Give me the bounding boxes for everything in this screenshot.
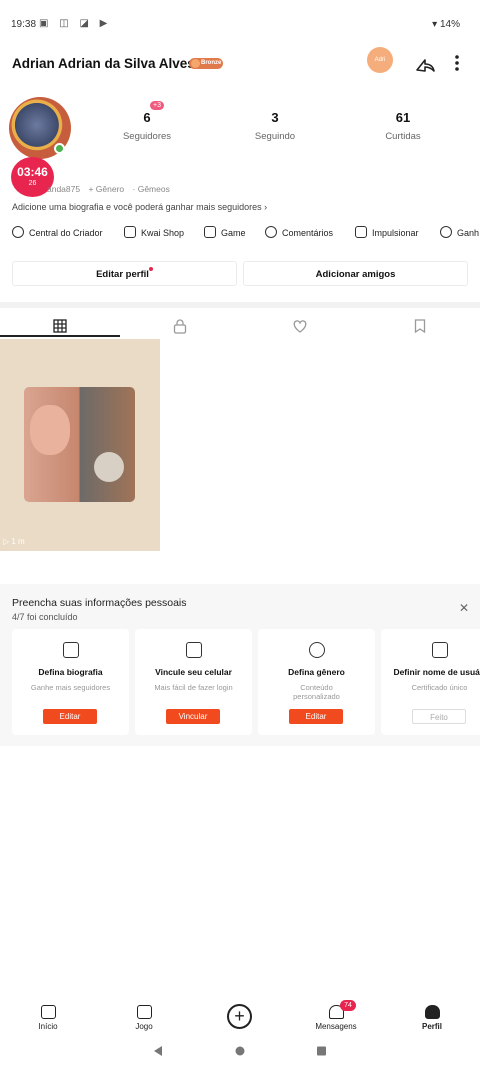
video-duration: ▷ 1 m bbox=[3, 537, 25, 546]
bookmark-icon bbox=[414, 319, 426, 333]
gender-tag[interactable]: + Gênero bbox=[88, 184, 124, 194]
system-nav-bar bbox=[154, 1046, 326, 1056]
nav-messages[interactable]: Mensagens bbox=[306, 995, 366, 1031]
person-icon bbox=[424, 1005, 440, 1019]
video-preview bbox=[24, 387, 135, 502]
edit-gender-button[interactable]: Editar bbox=[289, 709, 343, 724]
followers-delta: +3 bbox=[150, 101, 164, 110]
card-phone[interactable]: Vincule seu celular Mais fácil de fazer … bbox=[135, 629, 252, 735]
active-tab-indicator bbox=[0, 335, 120, 337]
wifi-icon: ▾ bbox=[432, 19, 438, 30]
card-gender[interactable]: Defina gênero Conteúdo personalizado Edi… bbox=[258, 629, 375, 735]
level-badge[interactable]: Bronze bbox=[189, 58, 223, 69]
home-icon bbox=[40, 1005, 56, 1019]
home-system-icon bbox=[235, 1046, 245, 1056]
card-bio[interactable]: Defina biografia Ganhe mais seguidores E… bbox=[12, 629, 129, 735]
creator-center-shortcut[interactable]: Central do Criador bbox=[12, 226, 103, 240]
grid-icon bbox=[53, 319, 67, 333]
header-avatar[interactable]: Adri bbox=[367, 47, 393, 73]
back-icon bbox=[154, 1046, 162, 1056]
panel-progress: 4/7 foi concluído bbox=[12, 612, 78, 622]
share-icon[interactable] bbox=[414, 52, 436, 74]
username-done-button: Feito bbox=[412, 709, 466, 724]
gamepad-icon bbox=[204, 226, 216, 238]
nav-home[interactable]: Início bbox=[18, 995, 78, 1031]
link-phone-button[interactable]: Vincular bbox=[166, 709, 220, 724]
recents-icon bbox=[317, 1046, 326, 1056]
comments-shortcut[interactable]: Comentários bbox=[265, 226, 333, 240]
document-icon bbox=[62, 642, 79, 658]
user-id[interactable]: anda875 bbox=[47, 184, 80, 194]
video-thumbnail[interactable] bbox=[0, 339, 160, 551]
medal-icon bbox=[191, 59, 200, 68]
comment-icon bbox=[265, 226, 277, 238]
profile-name: Adrian Adrian da Silva Alves bbox=[12, 56, 195, 71]
status-time: 19:38 bbox=[11, 19, 37, 30]
megaphone-icon bbox=[355, 226, 367, 238]
compass-icon bbox=[12, 226, 24, 238]
id-card-icon bbox=[431, 642, 448, 658]
game-shortcut[interactable]: Game bbox=[204, 226, 246, 240]
likes-stat[interactable]: 61 Curtidas bbox=[358, 110, 448, 142]
earn-shortcut[interactable]: Ganh bbox=[440, 226, 479, 240]
add-friends-button[interactable]: Adicionar amigos bbox=[243, 261, 468, 286]
boost-shortcut[interactable]: Impulsionar bbox=[355, 226, 419, 240]
zodiac-tag: · Gêmeos bbox=[132, 184, 170, 194]
edit-profile-button[interactable]: Editar perfil bbox=[12, 261, 237, 286]
profile-meta: anda875 + Gênero · Gêmeos bbox=[13, 184, 176, 194]
followers-stat[interactable]: 6 Seguidores bbox=[102, 110, 192, 142]
tab-saved[interactable] bbox=[360, 314, 480, 338]
nav-profile[interactable]: Perfil bbox=[402, 995, 462, 1031]
lock-icon bbox=[173, 318, 187, 334]
create-post-button[interactable]: + bbox=[227, 1004, 252, 1029]
status-bar: 19:38 ▣ ◫ ◪ ▶ ▾ 14% bbox=[0, 0, 480, 50]
bio-prompt[interactable]: Adicione uma biografia e você poderá gan… bbox=[12, 202, 267, 212]
panel-title: Preencha suas informações pessoais bbox=[12, 597, 187, 609]
notification-icons: ▣ ◫ ◪ ▶ bbox=[39, 18, 112, 29]
status-right: ▾ 14% bbox=[432, 19, 460, 30]
more-options-icon[interactable] bbox=[447, 52, 467, 74]
battery-level: 14% bbox=[439, 19, 460, 30]
tab-liked[interactable] bbox=[240, 314, 360, 338]
following-stat[interactable]: 3 Seguindo bbox=[230, 110, 320, 142]
tab-private[interactable] bbox=[120, 314, 240, 338]
notification-dot bbox=[148, 267, 153, 271]
kwai-shop-shortcut[interactable]: Kwai Shop bbox=[124, 226, 184, 240]
close-icon[interactable]: ✕ bbox=[459, 601, 469, 615]
messages-badge: 74 bbox=[340, 1000, 356, 1011]
timer-value: 03:46 bbox=[17, 165, 48, 179]
shopping-bag-icon bbox=[124, 226, 136, 238]
gender-icon bbox=[308, 642, 325, 658]
edit-bio-button[interactable]: Editar bbox=[43, 709, 97, 724]
heart-icon bbox=[293, 320, 307, 333]
nav-game[interactable]: Jogo bbox=[114, 995, 174, 1031]
card-username[interactable]: Definir nome de usuári Certificado único… bbox=[381, 629, 480, 735]
gamepad-icon bbox=[136, 1005, 152, 1019]
section-divider bbox=[0, 302, 480, 308]
dollar-icon bbox=[440, 226, 452, 238]
phone-icon bbox=[185, 642, 202, 658]
online-indicator bbox=[54, 143, 65, 154]
